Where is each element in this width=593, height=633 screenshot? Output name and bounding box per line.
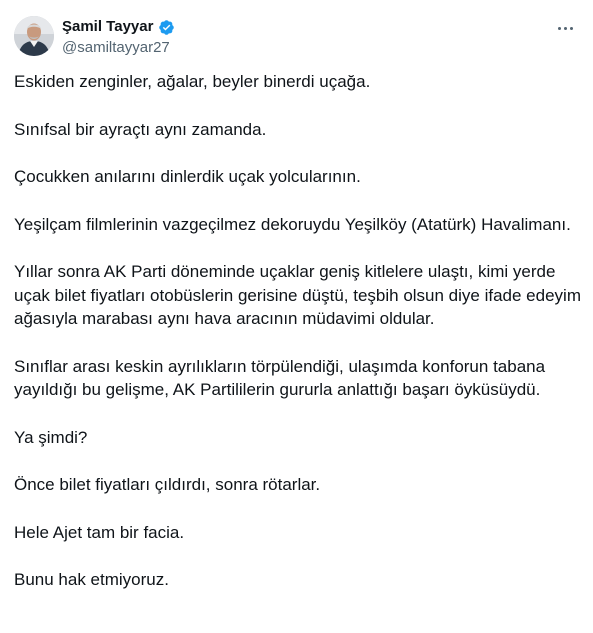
author-handle[interactable]: @samiltayyar27 xyxy=(62,38,175,58)
avatar-photo xyxy=(14,16,54,56)
tweet-paragraph: Önce bilet fiyatları çıldırdı, sonra röt… xyxy=(14,475,321,494)
more-options-icon[interactable] xyxy=(551,18,579,38)
tweet-paragraph: Hele Ajet tam bir facia. xyxy=(14,522,185,542)
more-dot xyxy=(563,26,567,30)
tweet-text: Eskiden zenginler, ağalar, beyler binerd… xyxy=(14,70,582,616)
more-dot xyxy=(557,26,561,30)
display-name-row: Şamil Tayyar xyxy=(62,17,175,37)
tweet-paragraph: Eskiden zenginler, ağalar, beyler binerd… xyxy=(14,72,371,91)
tweet-paragraph: Çocukken anılarını dinlerdik uçak yolcul… xyxy=(14,167,361,186)
tweet-paragraph: Ya şimdi? xyxy=(14,427,88,447)
more-dot xyxy=(569,26,573,30)
author-names: Şamil Tayyar @samiltayyar27 xyxy=(62,17,175,58)
verified-badge-icon[interactable] xyxy=(158,19,175,36)
tweet-card: Şamil Tayyar @samiltayyar27 Eskiden zeng… xyxy=(0,0,593,633)
tweet-paragraph: Sınıfsal bir ayraçtı aynı zamanda. xyxy=(14,119,267,139)
display-name[interactable]: Şamil Tayyar xyxy=(62,17,153,37)
tweet-header: Şamil Tayyar @samiltayyar27 xyxy=(14,16,579,60)
avatar[interactable] xyxy=(14,16,54,56)
tweet-paragraph: Yeşilçam filmlerinin vazgeçilmez dekoruy… xyxy=(14,214,571,234)
tweet-paragraph: Sınıflar arası keskin ayrılıkların törpü… xyxy=(14,356,546,400)
tweet-paragraph: Bunu hak etmiyoruz. xyxy=(14,570,169,589)
tweet-paragraph: Yıllar sonra AK Parti döneminde uçaklar … xyxy=(14,262,581,328)
